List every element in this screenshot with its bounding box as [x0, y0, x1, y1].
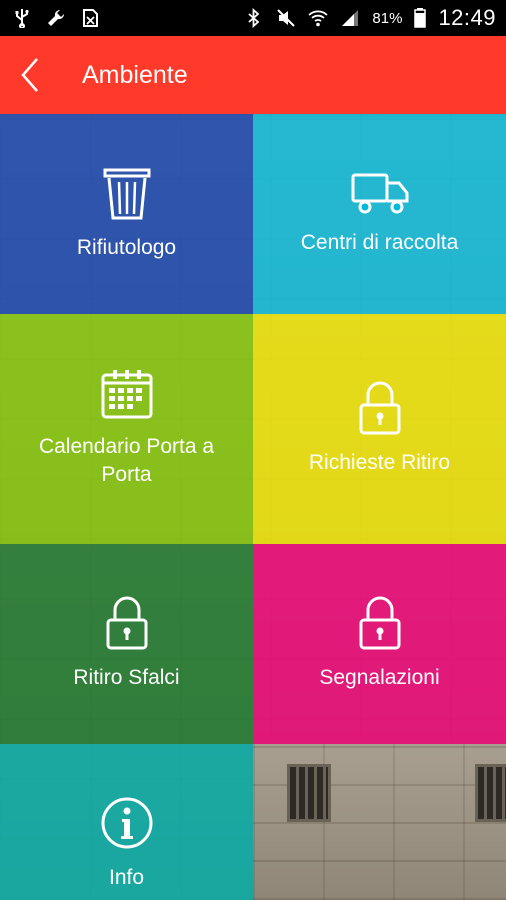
mute-icon — [277, 9, 296, 27]
tile-rifiutologo[interactable]: Rifiutologo — [0, 114, 253, 314]
tile-centri-di-raccolta[interactable]: Centri di raccolta — [253, 114, 506, 314]
status-bar: 81% 12:49 — [0, 0, 506, 36]
info-icon — [101, 797, 152, 849]
background-photo-corner — [253, 744, 506, 900]
menu-grid: Rifiutologo Centri di raccolta Calendari… — [0, 114, 506, 900]
lock-icon — [106, 596, 147, 650]
signal-icon — [342, 10, 359, 26]
battery-percent: 81% — [372, 9, 403, 27]
building-window — [287, 764, 331, 822]
sim-icon — [83, 9, 98, 27]
tile-label: Ritiro Sfalci — [73, 666, 180, 689]
tile-segnalazioni[interactable]: Segnalazioni — [253, 544, 506, 744]
tile-ritiro-sfalci[interactable]: Ritiro Sfalci — [0, 544, 253, 744]
tile-label: Segnalazioni — [319, 666, 440, 689]
tile-richieste-ritiro[interactable]: Richieste Ritiro — [253, 314, 506, 544]
bluetooth-icon — [248, 8, 260, 28]
status-time: 12:49 — [438, 5, 496, 30]
calendar-icon — [101, 370, 152, 419]
building-window — [475, 764, 506, 822]
tile-label: Rifiutologo — [76, 236, 177, 259]
chevron-left-icon — [21, 58, 38, 92]
lock-icon — [359, 596, 400, 650]
wrench-icon — [48, 9, 65, 27]
wifi-icon — [308, 10, 329, 27]
app-bar: Ambiente — [0, 36, 506, 114]
tile-info[interactable]: Info — [0, 744, 253, 900]
page-title: Ambiente — [82, 60, 188, 89]
tile-label: Centri di raccolta — [300, 231, 459, 254]
trash-icon — [103, 168, 150, 220]
tile-label: Info — [108, 866, 145, 889]
lock-icon — [359, 381, 400, 435]
usb-icon — [15, 9, 29, 28]
truck-icon — [351, 173, 408, 214]
back-button[interactable] — [0, 36, 60, 114]
tile-label: Richieste Ritiro — [308, 451, 451, 474]
battery-icon — [414, 8, 427, 28]
tile-calendario[interactable]: Calendario Porta a Porta — [0, 314, 253, 544]
tile-label: Calendario Porta a Porta — [38, 435, 215, 486]
